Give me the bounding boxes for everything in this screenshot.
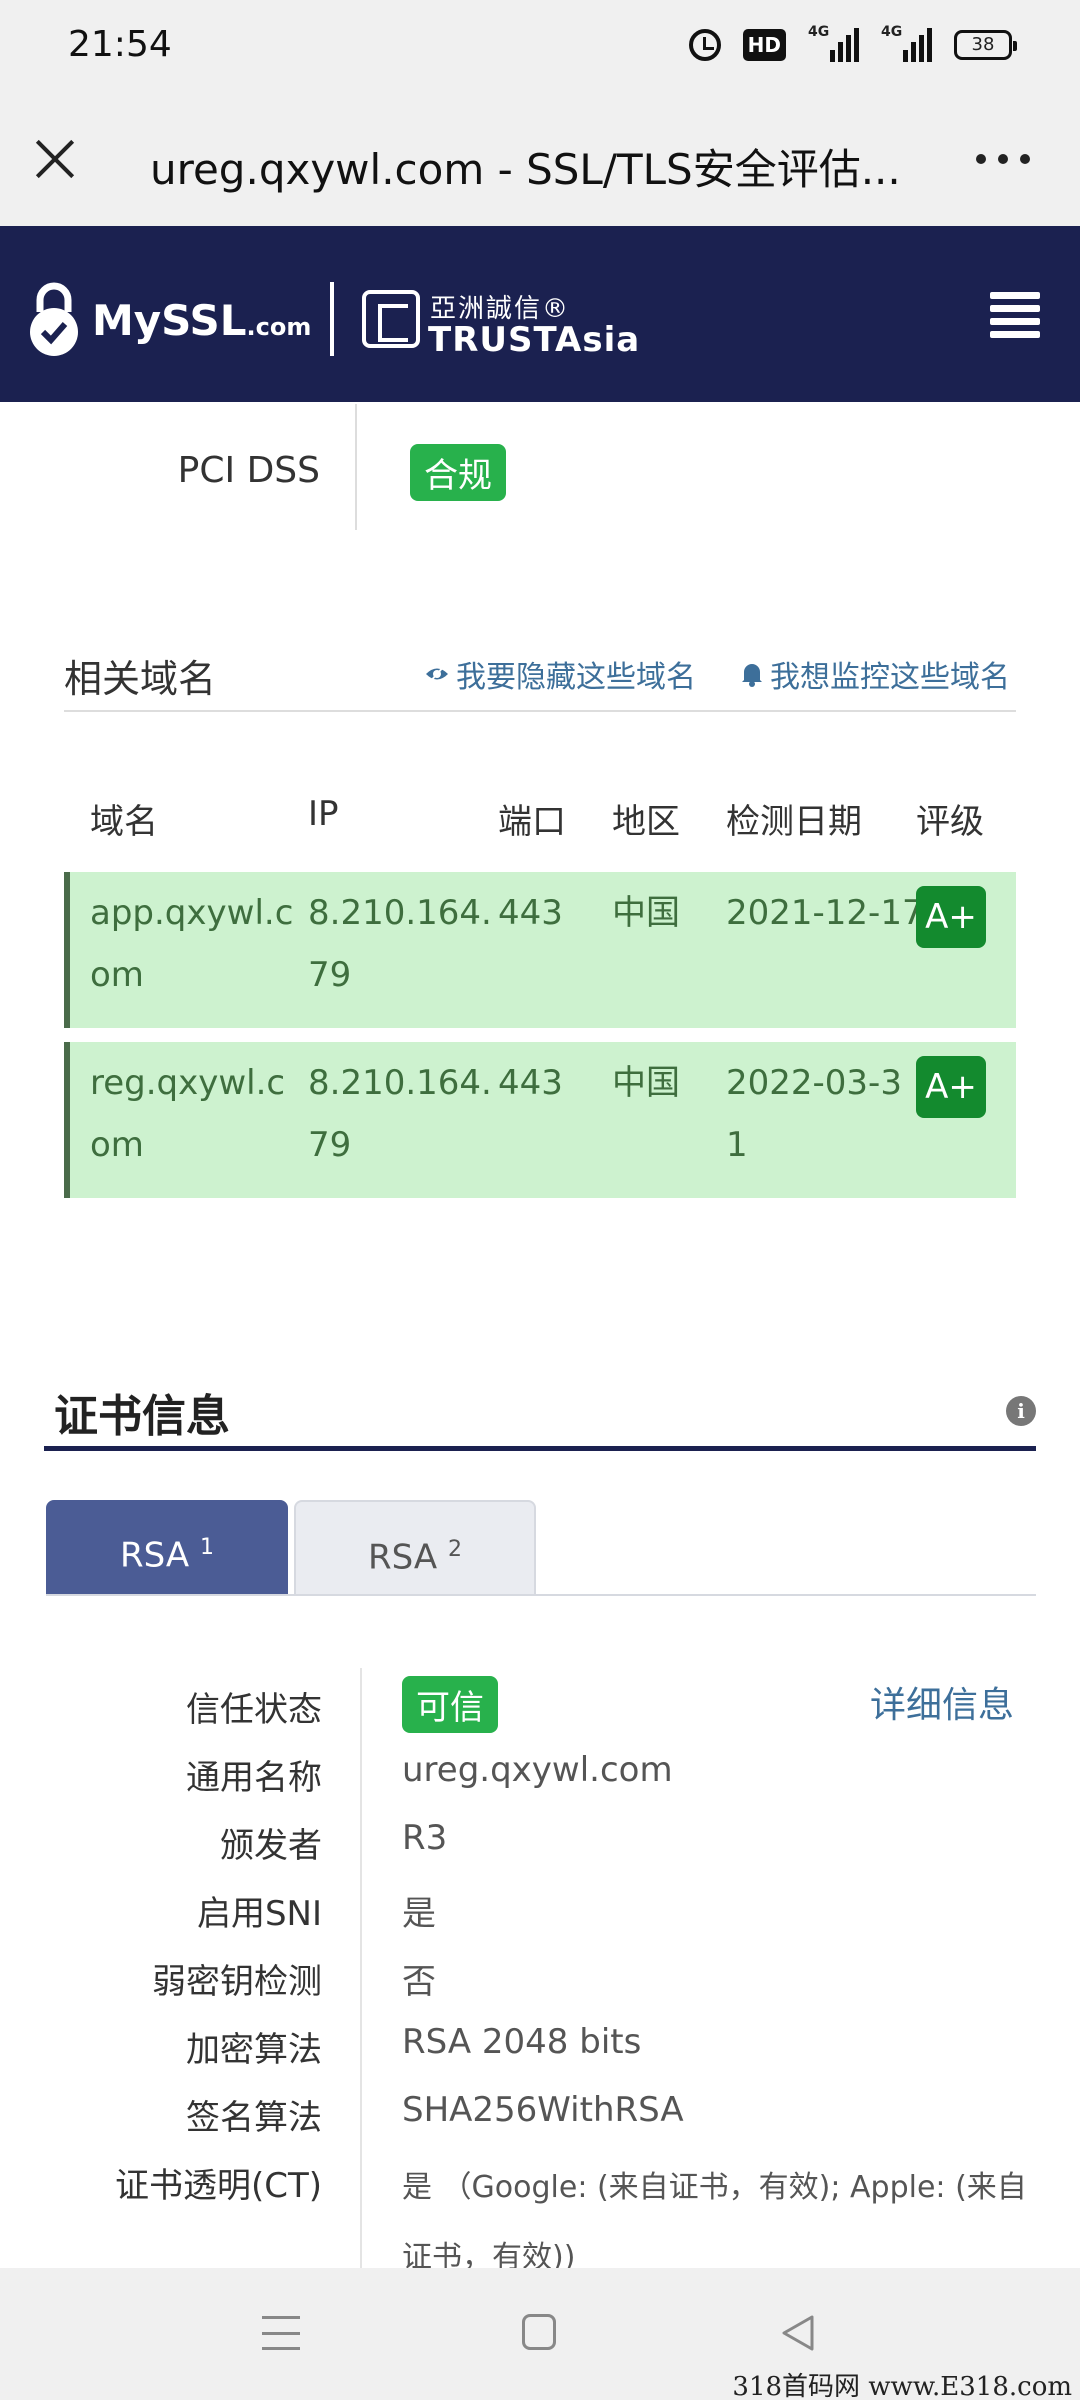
tab-rsa-2[interactable]: RSA 2 [294, 1500, 536, 1596]
column-header-domain: 域名 [90, 802, 158, 842]
divider [64, 710, 1016, 712]
lock-icon [30, 282, 78, 356]
common-name-label: 通用名称 [186, 1758, 322, 1798]
weak-key-label: 弱密钥检测 [152, 1962, 322, 2002]
alarm-icon [688, 29, 721, 61]
cell-ip: 8.210.164. 79 [308, 1052, 492, 1176]
page-title: ureg.qxywl.com - SSL/TLS安全评估... [150, 145, 901, 194]
myssl-logo[interactable]: MySSL.com [92, 296, 311, 345]
status-time: 21:54 [68, 24, 172, 65]
divider [360, 1668, 362, 2268]
cell-date-line2: 1 [726, 1125, 748, 1165]
status-bar: 21:54 HD 4G 4G 38 [0, 0, 1080, 96]
sni-value: 是 [402, 1894, 436, 1934]
pci-dss-label: PCI DSS [177, 450, 320, 491]
related-domains-title: 相关域名 [64, 657, 217, 701]
hide-domains-link[interactable]: 我要隐藏这些域名 [424, 652, 696, 696]
divider [355, 404, 357, 530]
trust-status-label: 信任状态 [186, 1690, 322, 1730]
cell-port: 443 [498, 893, 563, 933]
close-icon[interactable] [32, 136, 78, 182]
encryption-label: 加密算法 [186, 2030, 322, 2070]
cell-domain-line1: reg.qxywl.c [90, 1063, 286, 1103]
cell-port: 443 [498, 1063, 563, 1103]
grade-badge[interactable]: A+ [916, 886, 986, 948]
myssl-logo-com: .com [246, 313, 312, 341]
ct-label: 证书透明(CT) [114, 2166, 322, 2206]
eye-slash-icon [426, 664, 448, 684]
signal-icon-2: 4G [881, 24, 932, 62]
cell-ip-line2: 79 [308, 955, 352, 995]
cell-ip-line1: 8.210.164. [308, 1063, 492, 1103]
table-row[interactable]: reg.qxywl.c om 8.210.164. 79 443 中国 2022… [64, 1042, 1016, 1198]
column-header-region: 地区 [612, 802, 680, 842]
cell-date: 2022-03-3 1 [726, 1052, 902, 1176]
cell-domain-line1: app.qxywl.c [90, 893, 294, 933]
watermark: 318首码网 www.E318.com [732, 2372, 1072, 2402]
cell-domain: reg.qxywl.c om [90, 1052, 285, 1176]
trustasia-logo-icon [362, 290, 420, 348]
cell-domain-line2: om [90, 1125, 144, 1165]
cert-title-underline [44, 1446, 1036, 1451]
table-row[interactable]: app.qxywl.c om 8.210.164. 79 443 中国 2021… [64, 872, 1016, 1028]
encryption-value: RSA 2048 bits [402, 2022, 642, 2062]
browser-toolbar: ureg.qxywl.com - SSL/TLS安全评估... [0, 96, 1080, 226]
cell-domain-line2: om [90, 955, 144, 995]
column-header-ip: IP [308, 794, 339, 834]
pci-status-badge: 合规 [410, 444, 506, 501]
cell-date-line1: 2021-12-17 [726, 893, 924, 933]
menu-icon[interactable] [990, 292, 1040, 338]
bell-icon [742, 664, 762, 687]
tab-rsa-1-sup: 1 [199, 1535, 214, 1560]
trust-status-badge: 可信 [402, 1676, 498, 1733]
cell-region: 中国 [612, 893, 680, 933]
column-header-date: 检测日期 [726, 802, 862, 842]
issuer-label: 颁发者 [220, 1826, 322, 1866]
battery-icon: 38 [954, 30, 1017, 60]
issuer-value: R3 [402, 1818, 448, 1858]
detail-info-link[interactable]: 详细信息 [870, 1676, 1014, 1728]
hd-icon: HD [742, 29, 786, 61]
tab-baseline [46, 1594, 1036, 1596]
cell-date-line1: 2022-03-3 [726, 1063, 902, 1103]
header-divider [330, 282, 334, 356]
site-header: MySSL.com 亞洲誠信® TRUSTAsia [0, 226, 1080, 402]
signal-icon: 4G [808, 24, 859, 62]
column-header-grade: 评级 [916, 802, 984, 842]
back-icon[interactable] [780, 2314, 816, 2352]
cell-region: 中国 [612, 1063, 680, 1103]
cell-date: 2021-12-17 [726, 882, 924, 944]
cell-domain: app.qxywl.c om [90, 882, 293, 1006]
cell-ip-line1: 8.210.164. [308, 893, 492, 933]
hide-domains-label: 我要隐藏这些域名 [456, 660, 696, 695]
recent-apps-icon[interactable] [262, 2316, 300, 2350]
signal-label: 4G [808, 24, 830, 40]
status-icons: HD 4G 4G 38 [688, 24, 1017, 62]
cert-info-title: 证书信息 [54, 1391, 230, 1442]
tab-rsa-1[interactable]: RSA 1 [46, 1500, 288, 1596]
home-icon[interactable] [522, 2314, 556, 2350]
sni-label: 启用SNI [196, 1894, 322, 1934]
weak-key-value: 否 [402, 1962, 436, 2002]
more-options-icon[interactable] [976, 154, 1030, 164]
info-icon[interactable]: i [1006, 1396, 1036, 1426]
signal-label-2: 4G [881, 24, 903, 40]
monitor-domains-label: 我想监控这些域名 [770, 660, 1010, 695]
tab-rsa-2-sup: 2 [447, 1537, 462, 1562]
column-header-port: 端口 [498, 802, 566, 842]
common-name-value: ureg.qxywl.com [402, 1750, 673, 1790]
tab-rsa-2-label: RSA [368, 1537, 438, 1578]
monitor-domains-link[interactable]: 我想监控这些域名 [740, 652, 1010, 696]
trustasia-logo-en: TRUSTAsia [428, 320, 641, 360]
myssl-logo-text: MySSL [92, 296, 247, 345]
cell-ip-line2: 79 [308, 1125, 352, 1165]
tab-rsa-1-label: RSA [120, 1535, 190, 1576]
ct-value: 是 （Google: (来自证书，有效); Apple: (来自 [402, 2170, 1027, 2205]
grade-badge[interactable]: A+ [916, 1056, 986, 1118]
cell-ip: 8.210.164. 79 [308, 882, 492, 1006]
signature-value: SHA256WithRSA [402, 2090, 684, 2130]
signature-label: 签名算法 [186, 2098, 322, 2138]
